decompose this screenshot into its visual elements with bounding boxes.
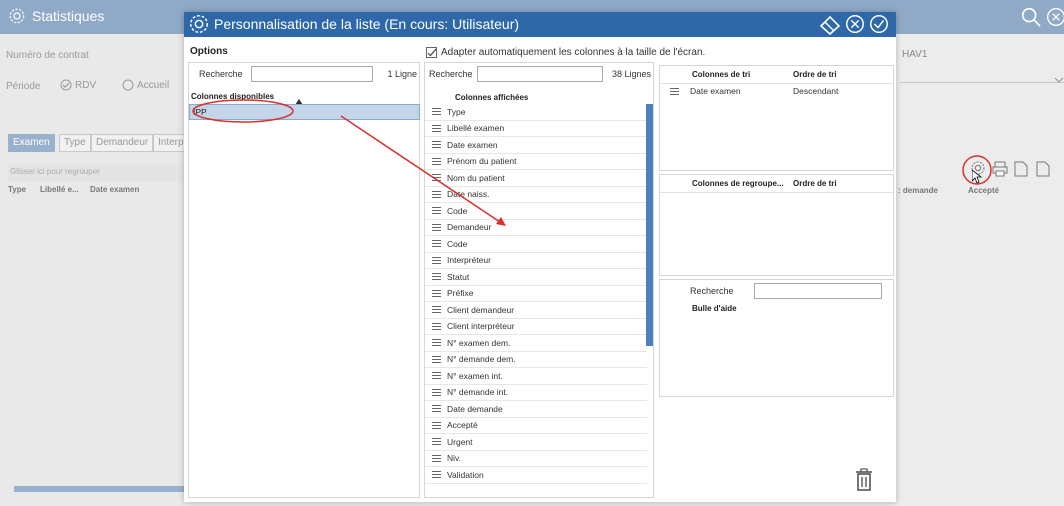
mouse-cursor-icon	[972, 170, 982, 184]
annotation-arrow-head	[496, 217, 506, 226]
annotation-overlay	[192, 99, 992, 226]
annotation-arrow-line	[340, 115, 504, 225]
annotation-ellipse-ipp	[192, 99, 294, 123]
